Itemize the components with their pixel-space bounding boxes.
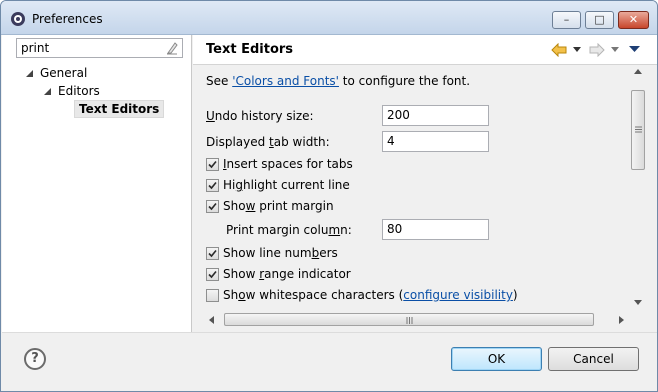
checkmark-icon: [208, 181, 217, 190]
label-part: ab width:: [273, 135, 330, 149]
label-part: w whitespace characters: [245, 288, 395, 302]
tree-item-editors[interactable]: Editors: [42, 82, 182, 100]
forward-dropdown-icon[interactable]: [611, 47, 619, 53]
label-part: ange indicator: [264, 267, 351, 281]
horizontal-scroll-thumb[interactable]: [224, 313, 594, 326]
checkbox-label: Show line numbers: [223, 246, 338, 260]
eraser-icon[interactable]: [166, 41, 178, 55]
label-part: Hi: [223, 178, 236, 192]
filter-input[interactable]: [17, 39, 157, 57]
label-part: ers: [319, 246, 338, 260]
back-dropdown-icon[interactable]: [573, 47, 581, 53]
checkbox-label: Highlight current line: [223, 178, 350, 192]
button-bar-separator: [2, 332, 657, 333]
undo-history-input[interactable]: 200: [382, 105, 489, 126]
label-part: Sho: [223, 199, 246, 213]
eclipse-gear-icon: [11, 12, 25, 26]
print-margin-input[interactable]: 80: [382, 219, 489, 240]
scroll-left-icon[interactable]: [209, 316, 214, 324]
filter-field[interactable]: [16, 38, 183, 58]
checkmark-icon: [208, 270, 217, 279]
forward-arrow-icon[interactable]: [589, 43, 605, 57]
scroll-down-icon[interactable]: [634, 300, 642, 305]
checkbox-label: Insert spaces for tabs: [223, 157, 353, 171]
checkbox-box[interactable]: [206, 289, 219, 302]
checkbox-box[interactable]: [206, 179, 219, 192]
label-mnemonic: m: [328, 223, 341, 237]
checkbox-label: Show print margin: [223, 199, 334, 213]
tree-item-text-editors[interactable]: Text Editors: [74, 100, 184, 118]
colors-and-fonts-link[interactable]: 'Colors and Fonts': [232, 74, 339, 88]
checkbox-box[interactable]: [206, 268, 219, 281]
font-hint-suffix: to configure the font.: [338, 74, 471, 88]
page-body: See 'Colors and Fonts' to configure the …: [193, 66, 657, 330]
tab-width-label: Displayed tab width:: [206, 135, 330, 149]
scroll-up-icon[interactable]: [634, 69, 642, 74]
label-part: Show: [223, 267, 260, 281]
help-button[interactable]: ?: [24, 348, 46, 370]
preference-tree-pane: General Editors Text Editors: [2, 35, 192, 332]
horizontal-scrollbar[interactable]: [206, 311, 628, 328]
label-part: n:: [340, 223, 352, 237]
preferences-window: Preferences – □ ✕ General Edito: [0, 0, 658, 392]
checkbox-box[interactable]: [206, 200, 219, 213]
window-title: Preferences: [32, 12, 103, 26]
label-part: Displayed: [206, 135, 270, 149]
label-part: Print margin colu: [226, 223, 329, 237]
label-part: print margin: [255, 199, 334, 213]
tab-width-input[interactable]: 4: [382, 131, 489, 152]
checkbox-label: Show range indicator: [223, 267, 351, 281]
label-mnemonic: w: [245, 199, 256, 213]
label-part: ndo history size:: [214, 109, 314, 123]
label-part: Sh: [223, 288, 239, 302]
maximize-icon: □: [594, 13, 605, 26]
tree-item-label: Text Editors: [74, 100, 165, 118]
label-mnemonic: U: [206, 109, 215, 123]
undo-history-label: Undo history size:: [206, 109, 314, 123]
preference-page: Text Editors See 'Colors and Fonts' to c…: [193, 35, 657, 332]
print-margin-label: Print margin column:: [226, 223, 352, 237]
ok-button[interactable]: OK: [451, 347, 542, 371]
view-menu-icon[interactable]: [629, 46, 640, 53]
tree-item-label: Editors: [58, 84, 100, 98]
close-button[interactable]: ✕: [618, 11, 649, 29]
configure-visibility-link[interactable]: configure visibility: [403, 288, 513, 302]
minimize-button[interactable]: –: [552, 11, 581, 29]
checkbox-label: Show whitespace characters (configure vi…: [223, 288, 518, 302]
cancel-button[interactable]: Cancel: [548, 347, 639, 371]
grip-icon: [635, 126, 642, 133]
tree-item-general[interactable]: General: [24, 64, 184, 82]
font-hint: See 'Colors and Fonts' to configure the …: [206, 74, 470, 88]
expanded-arrow-icon[interactable]: [26, 70, 33, 77]
vertical-scroll-thumb[interactable]: [631, 90, 645, 170]
label-part: Show line num: [223, 246, 312, 260]
checkmark-icon: [208, 160, 217, 169]
grip-icon: [406, 317, 413, 324]
font-hint-prefix: See: [206, 74, 233, 88]
page-header: Text Editors: [193, 35, 657, 65]
back-arrow-icon[interactable]: [551, 43, 567, 57]
minimize-icon: –: [563, 13, 570, 26]
checkmark-icon: [208, 202, 217, 211]
label-mnemonic: g: [235, 178, 243, 192]
tree-item-label: General: [40, 66, 88, 80]
help-icon: ?: [31, 351, 39, 366]
checkbox-box[interactable]: [206, 247, 219, 260]
title-bar[interactable]: Preferences – □ ✕: [1, 1, 657, 35]
dialog-content: General Editors Text Editors Text Editor…: [2, 35, 657, 391]
maximize-button[interactable]: □: [585, 11, 614, 29]
close-icon: ✕: [628, 13, 639, 26]
label-mnemonic: o: [238, 288, 246, 302]
scroll-right-icon[interactable]: [619, 316, 624, 324]
label-part: hlight current line: [242, 178, 350, 192]
checkbox-box[interactable]: [206, 158, 219, 171]
expanded-arrow-icon[interactable]: [44, 88, 51, 95]
page-title: Text Editors: [206, 42, 294, 57]
checkmark-icon: [208, 249, 217, 258]
label-part: nsert spaces for tabs: [226, 157, 353, 171]
vertical-scrollbar[interactable]: [630, 66, 647, 310]
